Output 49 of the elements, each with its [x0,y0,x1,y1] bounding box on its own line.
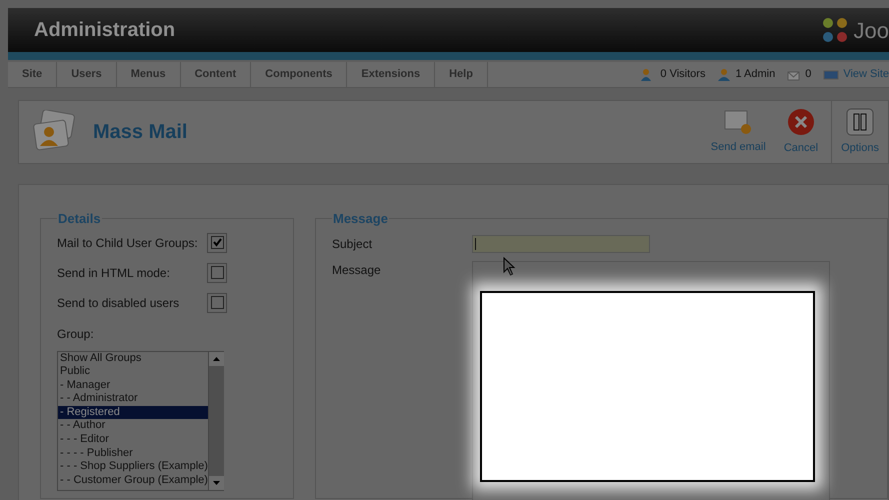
list-option[interactable]: - Registered [58,406,208,420]
scroll-up-icon[interactable] [208,352,224,366]
checkmark-icon [212,237,222,248]
checkbox-label: Send to disabled users [57,294,180,312]
checkbox[interactable] [207,232,227,252]
scrollbar[interactable] [208,352,224,490]
scroll-down-icon[interactable] [208,476,224,490]
menu-item[interactable]: Menus [116,62,181,87]
user-icon [717,68,732,82]
options-icon [846,108,874,136]
list-option[interactable]: - - - Shop Suppliers (Example) [58,460,208,474]
menu-item[interactable]: Site [8,62,58,87]
header-title: Administration [34,18,176,43]
cancel-icon [786,108,815,136]
view-site-link[interactable]: View Site [843,66,889,83]
status-text: 0 Visitors [660,67,706,82]
message-legend: Message [332,209,389,228]
options-button[interactable]: Options [831,101,888,163]
subject-label: Subject [332,236,374,252]
menu-item[interactable]: Extensions [347,62,436,87]
checkbox[interactable] [207,262,227,282]
send-button[interactable]: Send email [702,101,775,163]
message-label: Message [332,262,382,278]
list-option[interactable]: - Manager [58,378,208,392]
list-option[interactable]: Show All Groups [58,352,208,366]
checkbox[interactable] [207,292,227,312]
group-label: Group: [57,326,95,342]
status-text: 1 Admin [735,67,776,82]
menu-item[interactable]: Help [435,62,488,87]
logo-text: Joo [854,16,889,44]
cancel-button[interactable]: Cancel [774,101,828,163]
list-option[interactable]: - - Administrator [58,392,208,406]
group-listbox[interactable]: Show All Groups Public - Manager - - Administrator - Registered - - Author - - - Editor - - - - Publisher - - - Shop Suppliers (Example) - - Customer Group (Example) [57,350,224,490]
subject-field[interactable] [472,234,650,252]
details-legend: Details [57,209,102,228]
list-option[interactable]: Public [58,365,208,379]
page-title: Mass Mail [93,120,188,145]
status-text: 0 [805,67,812,82]
monitor-icon [823,68,840,80]
menu-item[interactable]: Components [251,62,348,87]
list-option[interactable]: - - - - Publisher [58,446,208,460]
list-option[interactable]: - - Author [58,419,208,434]
envelope-icon [787,68,802,80]
menu-item[interactable]: Users [57,62,117,87]
list-option[interactable]: - - Customer Group (Example) [58,474,208,488]
checkbox-label: Mail to Child User Groups: [57,234,199,252]
menu-item[interactable]: Content [180,62,252,87]
list-option[interactable]: - - - Editor [58,433,208,447]
checkbox-label: Send in HTML mode: [57,264,171,282]
